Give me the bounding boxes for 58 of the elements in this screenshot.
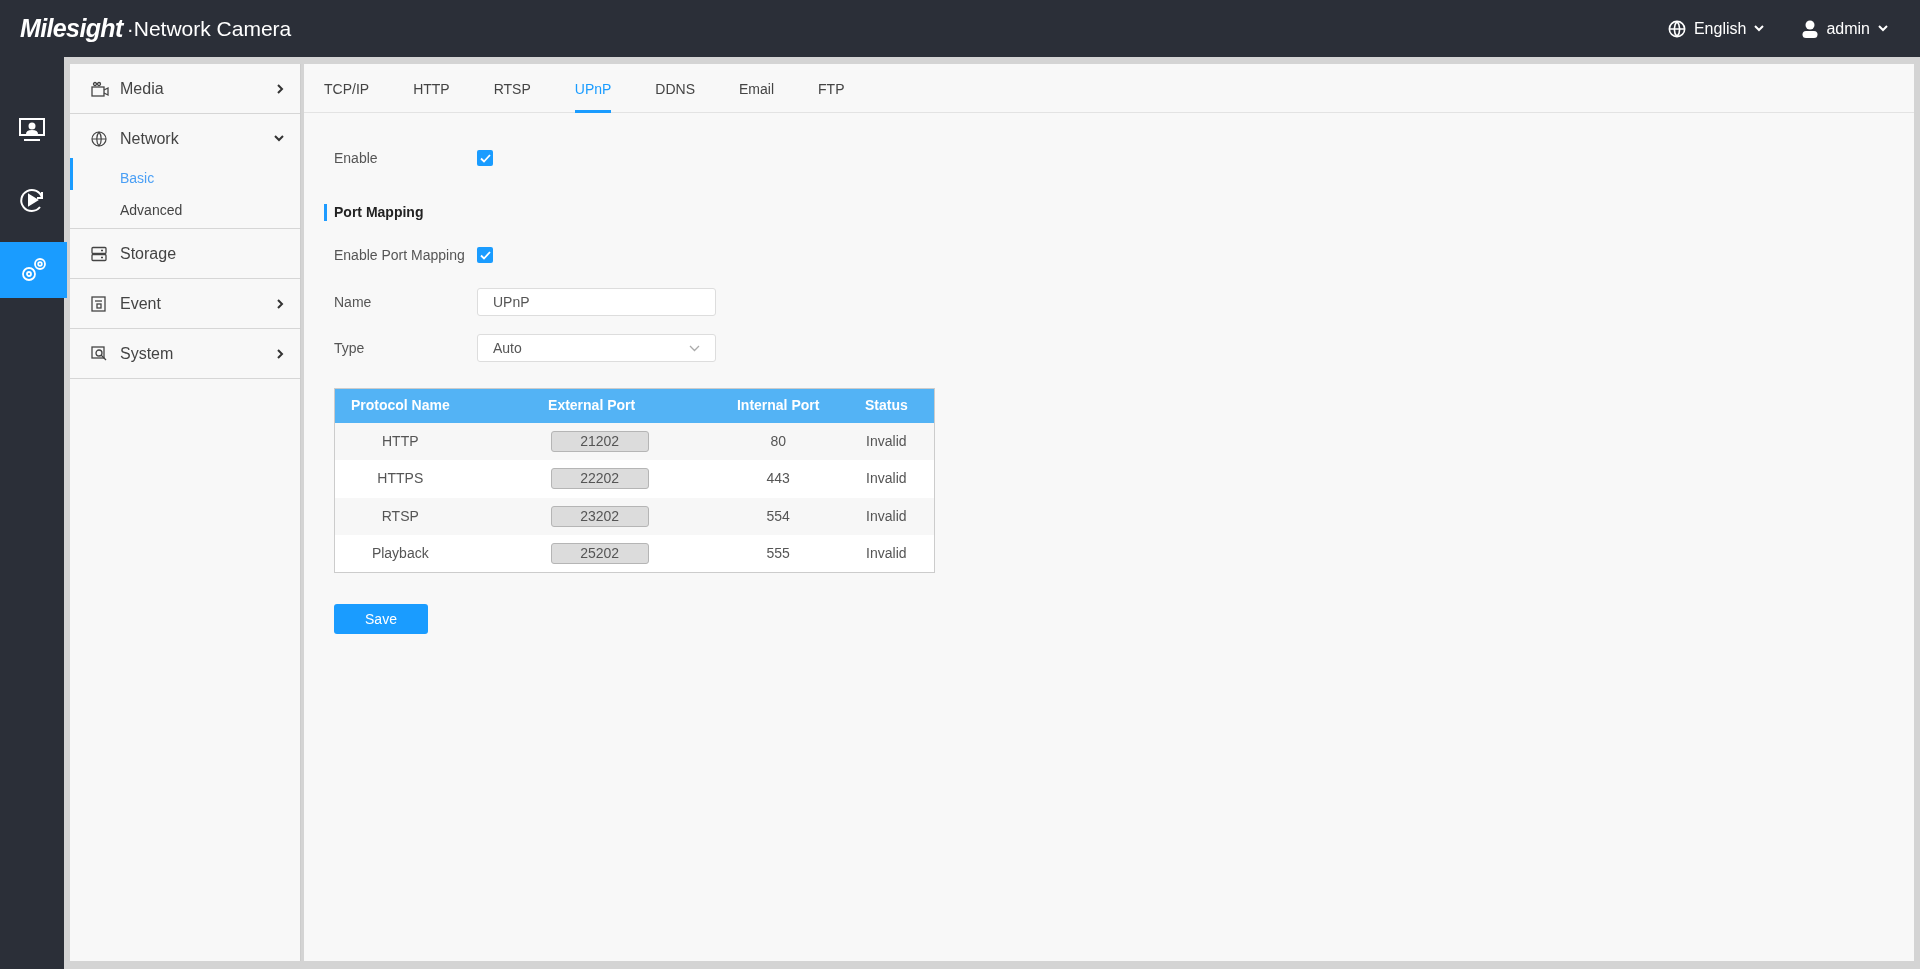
sidebar-item[interactable]: Media xyxy=(70,64,300,113)
type-dropdown[interactable]: Auto xyxy=(477,334,716,362)
storage-icon xyxy=(91,245,107,262)
chevron-right-icon xyxy=(277,298,284,309)
table-cell: Invalid xyxy=(838,460,935,498)
table-cell: HTTPS xyxy=(334,460,466,498)
table-cell: RTSP xyxy=(334,497,466,535)
app-title: ·Network Camera xyxy=(126,15,292,42)
tab[interactable]: RTSP xyxy=(493,64,531,113)
sidebar-item[interactable]: Event xyxy=(70,279,300,328)
column-header: Status xyxy=(838,388,935,423)
monitor-icon xyxy=(19,118,45,142)
chevron-down-icon xyxy=(1878,25,1888,32)
language-menu[interactable]: English xyxy=(1667,16,1765,41)
table-cell: Invalid xyxy=(838,535,935,573)
sidebar-item[interactable]: Storage xyxy=(70,229,300,278)
section-title: Port Mapping xyxy=(334,202,424,222)
globe-icon xyxy=(1667,19,1686,38)
checkbox[interactable] xyxy=(477,150,493,166)
column-header: Internal Port xyxy=(717,388,839,423)
table-cell: 443 xyxy=(717,460,839,498)
settings-icon xyxy=(19,256,48,284)
user-menu[interactable]: admin xyxy=(1802,16,1888,41)
column-header: External Port xyxy=(465,388,718,423)
playback-icon xyxy=(19,187,45,213)
tab[interactable]: HTTP xyxy=(413,64,450,113)
chevron-right-icon xyxy=(277,348,284,359)
chevron-down-icon xyxy=(689,344,700,352)
table-cell: 555 xyxy=(717,535,839,573)
table-cell: 554 xyxy=(717,497,839,535)
field-label: Name xyxy=(334,292,373,312)
user-icon xyxy=(1802,19,1819,38)
tab[interactable]: TCP/IP xyxy=(324,64,370,113)
sidebar-subitem[interactable]: Advanced xyxy=(70,194,300,226)
table-cell: Playback xyxy=(334,535,466,573)
checkbox[interactable] xyxy=(477,247,493,263)
document-icon xyxy=(91,295,106,312)
tab[interactable]: DDNS xyxy=(655,64,696,113)
table-cell: 80 xyxy=(717,422,839,460)
sidebar-item[interactable]: Network xyxy=(70,114,300,163)
name-field[interactable]: UPnP xyxy=(477,288,716,316)
table-cell: Invalid xyxy=(838,497,935,535)
brand-logo: Milesight xyxy=(20,12,123,44)
field-label: Type xyxy=(334,338,366,358)
column-header: Protocol Name xyxy=(334,388,466,423)
table-cell: HTTP xyxy=(334,422,466,460)
table-cell: Invalid xyxy=(838,422,935,460)
globe-icon xyxy=(91,130,107,147)
chevron-right-icon xyxy=(277,83,284,94)
chevron-down-icon xyxy=(1754,25,1765,32)
sidebar-item[interactable]: System xyxy=(70,329,300,378)
field-label: Enable xyxy=(334,148,379,168)
tab[interactable]: Email xyxy=(739,64,775,113)
video-camera-icon xyxy=(91,80,109,97)
system-icon xyxy=(91,345,107,362)
chevron-down-icon xyxy=(274,135,284,142)
field-label: Enable Port Mapping xyxy=(334,245,466,265)
tab[interactable]: FTP xyxy=(818,64,845,113)
